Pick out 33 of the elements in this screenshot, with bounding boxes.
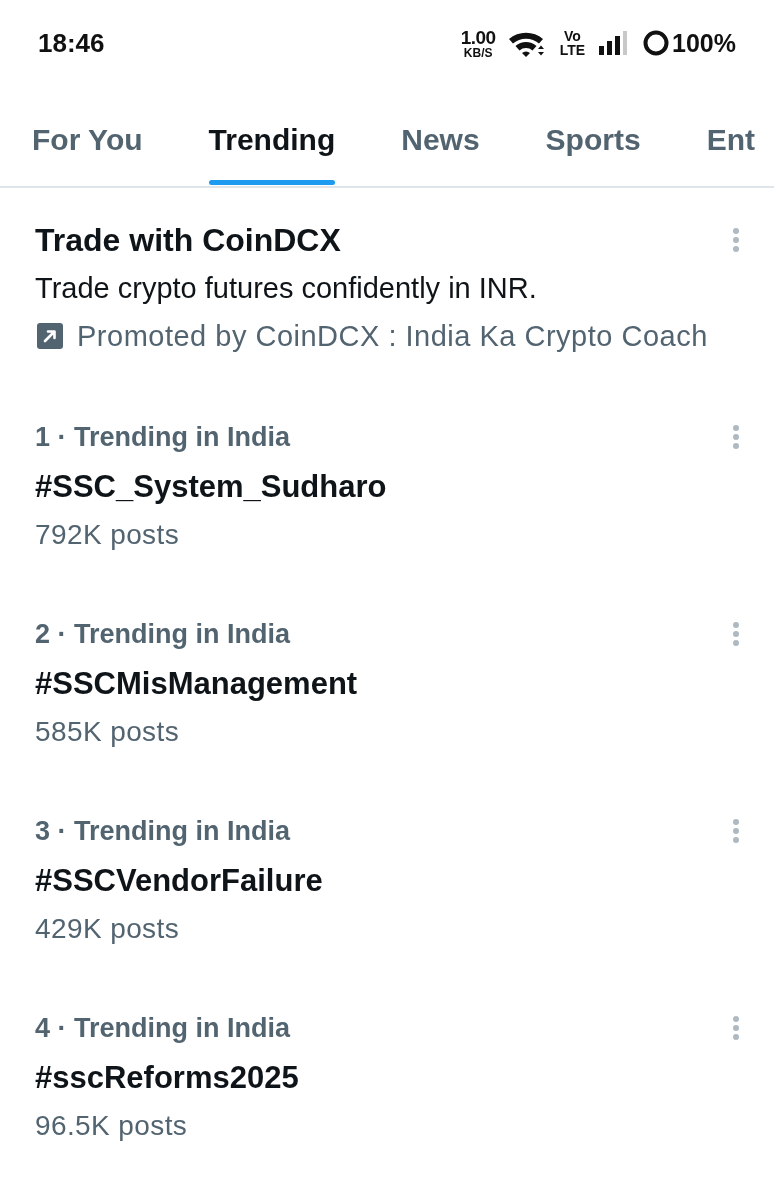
trend-post-count: 585K posts: [35, 715, 181, 749]
more-options-icon[interactable]: [732, 227, 740, 253]
network-speed-unit: KB/S: [463, 46, 493, 59]
trend-hashtag[interactable]: #SSC_System_Sudharo: [35, 469, 732, 505]
network-speed: 1.00: [460, 27, 496, 47]
trend-category: 3 · Trending in India: [35, 815, 292, 848]
trend-post-count: 96.5K posts: [35, 1109, 189, 1143]
tab[interactable]: Ent: [706, 86, 755, 186]
more-options-icon[interactable]: [732, 621, 740, 647]
trend-category: 4 · Trending in India: [35, 1012, 292, 1045]
lte-label: LTE: [559, 43, 586, 57]
more-options-icon[interactable]: [732, 1015, 740, 1041]
trend-post-count: 792K posts: [35, 518, 181, 552]
trend-hashtag[interactable]: #SSCMisManagement: [35, 666, 732, 702]
tab[interactable]: News: [401, 86, 480, 186]
battery-percentage: 100%: [672, 28, 736, 58]
tab[interactable]: Sports: [545, 86, 641, 186]
volte-label: Vo: [563, 29, 581, 43]
promoted-trend-title[interactable]: Trade with CoinDCX: [35, 222, 732, 258]
trend-hashtag[interactable]: #SSCVendorFailure: [35, 863, 732, 899]
promoted-icon: [37, 323, 63, 349]
trend-hashtag[interactable]: #sscReforms2025: [35, 1060, 732, 1096]
more-options-icon[interactable]: [732, 818, 740, 844]
trend-category: 1 · Trending in India: [35, 421, 292, 454]
status-time: 18:46: [38, 27, 105, 59]
tab[interactable]: Trending: [208, 86, 336, 186]
trend-category: 2 · Trending in India: [35, 618, 292, 651]
more-options-icon[interactable]: [732, 424, 740, 450]
battery-ring-icon: [643, 30, 670, 56]
tab[interactable]: For You: [32, 86, 143, 186]
trend-post-count: 429K posts: [35, 912, 181, 946]
signal-icon: [599, 31, 628, 55]
promoted-by-label: Promoted by CoinDCX : India Ka Crypto Coach: [77, 319, 708, 354]
